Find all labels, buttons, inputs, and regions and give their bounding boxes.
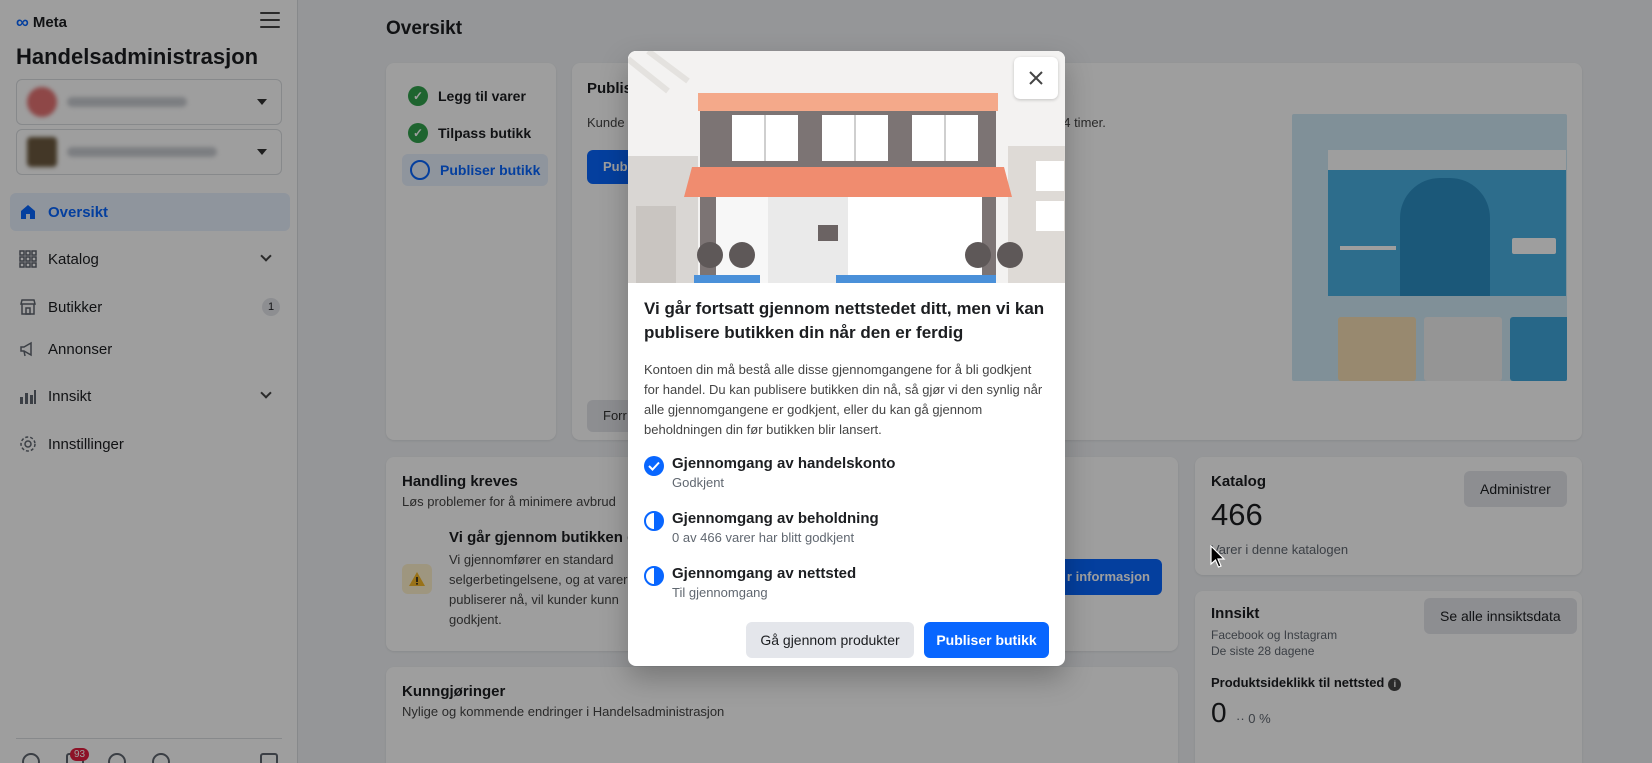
half-circle-icon	[644, 566, 664, 586]
requirement-status: 0 av 466 varer har blitt godkjent	[672, 530, 855, 545]
half-circle-icon	[644, 511, 664, 531]
check-circle-icon	[644, 456, 664, 476]
close-button[interactable]	[1014, 57, 1058, 99]
modal-description: Kontoen din må bestå alle disse gjennomg…	[644, 362, 1043, 437]
requirement-status: Godkjent	[672, 475, 725, 490]
modal-title: Vi går fortsatt gjennom nettstedet ditt,…	[644, 299, 1045, 342]
publish-shop-button[interactable]: Publiser butikk	[924, 622, 1049, 658]
publish-modal: Vi går fortsatt gjennom nettstedet ditt,…	[628, 51, 1065, 666]
requirement-title: Gjennomgang av beholdning	[672, 510, 879, 527]
requirement-title: Gjennomgang av handelskonto	[672, 455, 896, 472]
requirement-status: Til gjennomgang	[672, 585, 768, 600]
requirement-title: Gjennomgang av nettsted	[672, 565, 857, 582]
storefront-illustration	[628, 51, 1065, 283]
close-icon	[1029, 71, 1043, 85]
requirement-commerce-account: Gjennomgang av handelskonto Godkjent	[644, 455, 895, 490]
requirement-website: Gjennomgang av nettsted Til gjennomgang	[644, 565, 856, 600]
review-products-button[interactable]: Gå gjennom produkter	[746, 622, 914, 658]
requirement-inventory: Gjennomgang av beholdning 0 av 466 varer…	[644, 510, 879, 545]
mouse-cursor-icon	[1210, 544, 1226, 574]
